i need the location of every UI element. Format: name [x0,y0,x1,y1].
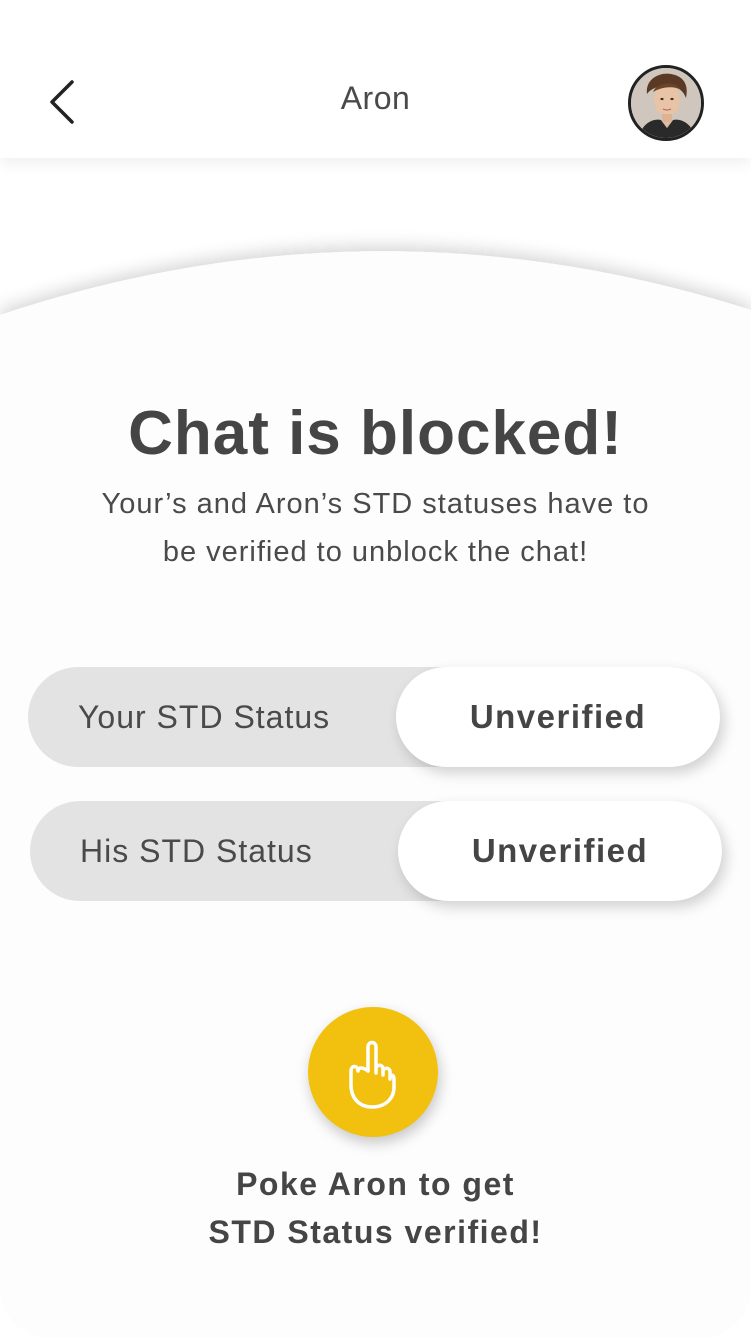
description-line: Your’s and Aron’s STD statuses have to [101,488,650,520]
chat-blocked-description: Your’s and Aron’s STD statuses have to b… [40,480,711,576]
his-std-status-row: His STD Status Unverified [30,801,722,901]
your-std-status-badge[interactable]: Unverified [396,667,720,767]
poke-caption: Poke Aron to get STD Status verified! [0,1160,751,1256]
your-std-status-row: Your STD Status Unverified [28,667,720,767]
pointing-hand-icon [349,1040,396,1109]
chat-blocked-heading: Chat is blocked! [128,399,623,468]
description-line: be verified to unblock the chat! [162,536,589,568]
poke-button[interactable] [308,1007,438,1137]
avatar[interactable] [628,65,704,141]
poke-caption-line: Poke Aron to get [236,1166,515,1202]
your-std-status-label: Your STD Status [78,699,331,735]
top-bar: Aron [0,0,751,158]
chat-blocked-screen: Aron Chat is blocked! Your’s and Aron’s … [0,0,751,1338]
his-std-status-label: His STD Status [80,833,313,869]
his-std-status-badge[interactable]: Unverified [398,801,722,901]
poke-caption-line: STD Status verified! [208,1214,543,1250]
profile-photo [631,68,701,138]
